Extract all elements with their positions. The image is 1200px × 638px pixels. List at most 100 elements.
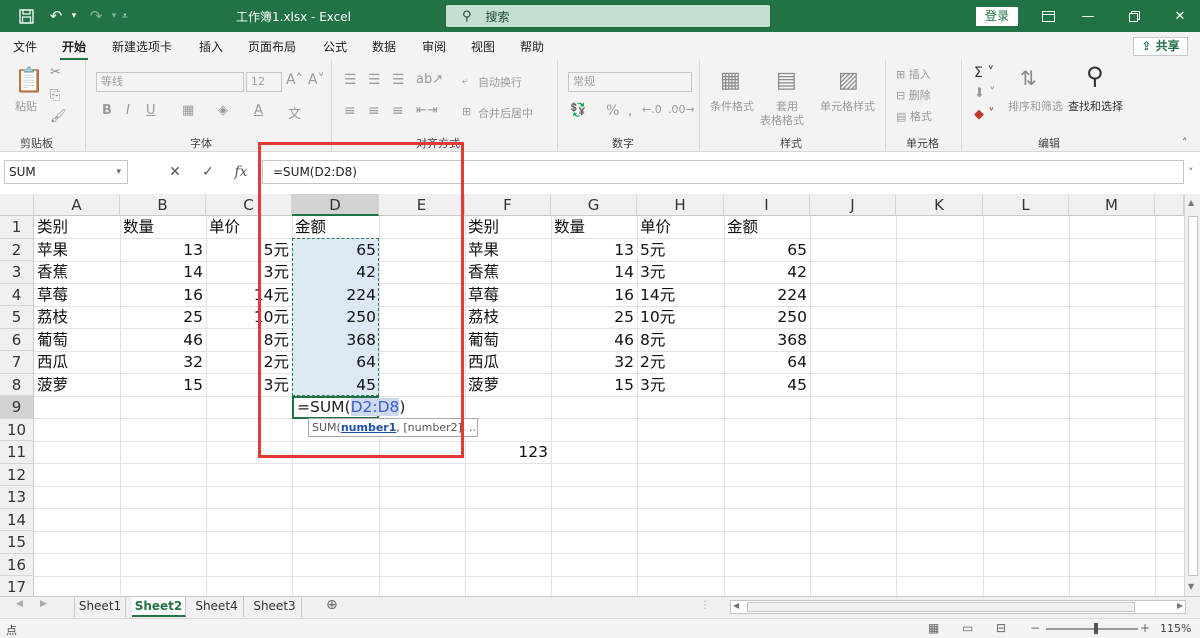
percent-icon[interactable]: % bbox=[606, 103, 619, 119]
undo-icon[interactable]: ↶ bbox=[44, 0, 68, 32]
right-table-cell-r6-c3[interactable]: 8元 bbox=[637, 329, 724, 351]
minimize-icon[interactable]: — bbox=[1068, 0, 1108, 32]
left-table-cell-r5-c2[interactable]: 25 bbox=[120, 306, 206, 328]
paste-icon[interactable]: 📋 bbox=[14, 66, 44, 94]
format-cells-button[interactable]: ▤ 格式 bbox=[896, 108, 932, 124]
collapse-ribbon-icon[interactable]: ˄ bbox=[1182, 136, 1188, 149]
menu-view[interactable]: 视图 bbox=[471, 38, 495, 55]
indent-icon[interactable]: ⇤⇥ bbox=[416, 103, 438, 118]
cut-icon[interactable]: ✂ bbox=[50, 65, 61, 80]
menu-review[interactable]: 审阅 bbox=[422, 38, 446, 55]
left-table-cell-r1-c2[interactable]: 数量 bbox=[120, 216, 206, 238]
align-center-icon[interactable]: ≡ bbox=[368, 103, 380, 119]
merge-icon[interactable]: ⊞ bbox=[462, 105, 471, 118]
right-table-cell-r6-c4[interactable]: 368 bbox=[724, 329, 810, 351]
right-table-cell-r3-c2[interactable]: 14 bbox=[551, 261, 637, 283]
scroll-down-icon[interactable]: ▼ bbox=[1188, 582, 1194, 591]
right-table-cell-r5-c2[interactable]: 25 bbox=[551, 306, 637, 328]
next-sheet-icon[interactable]: ▶ bbox=[40, 599, 47, 609]
login-button[interactable]: 登录 bbox=[976, 7, 1018, 26]
scroll-left-icon[interactable]: ◀ bbox=[733, 601, 739, 610]
zoom-slider[interactable] bbox=[1046, 628, 1138, 630]
sort-filter-icon[interactable]: ⇅ bbox=[1020, 66, 1037, 90]
comma-style-icon[interactable]: , bbox=[628, 103, 632, 119]
left-table-cell-r8-c2[interactable]: 15 bbox=[120, 374, 206, 396]
decrease-decimal-icon[interactable]: .00→ bbox=[668, 103, 695, 116]
left-table-cell-r6-c1[interactable]: 葡萄 bbox=[34, 329, 120, 351]
page-layout-view-icon[interactable]: ▭ bbox=[962, 621, 973, 635]
zoom-out-icon[interactable]: − bbox=[1030, 621, 1040, 635]
format-as-table-icon[interactable]: ▤ bbox=[776, 68, 797, 93]
clear-icon[interactable]: ◆ ˅ bbox=[974, 107, 995, 122]
number-format-combo[interactable]: 常规 bbox=[568, 72, 692, 92]
add-sheet-icon[interactable]: ⊕ bbox=[326, 597, 338, 613]
borders-icon[interactable]: ▦ bbox=[182, 103, 194, 118]
column-header-l[interactable]: L bbox=[983, 194, 1069, 216]
left-table-cell-r5-c1[interactable]: 荔枝 bbox=[34, 306, 120, 328]
right-table-cell-r4-c4[interactable]: 224 bbox=[724, 284, 810, 306]
expand-formula-bar-icon[interactable]: ˅ bbox=[1188, 166, 1194, 179]
scroll-right-icon[interactable]: ▶ bbox=[1177, 601, 1183, 610]
name-box-dropdown-icon[interactable]: ▾ bbox=[116, 161, 121, 183]
search-box[interactable]: ⚲ 搜索 bbox=[446, 5, 770, 27]
align-top-icon[interactable]: ☰ bbox=[344, 72, 357, 88]
increase-font-icon[interactable]: A˄ bbox=[286, 72, 303, 88]
redo-icon[interactable]: ↷ bbox=[84, 0, 108, 32]
left-table-cell-r3-c2[interactable]: 14 bbox=[120, 261, 206, 283]
sheet-tab-sheet2[interactable]: Sheet2 bbox=[132, 597, 186, 617]
column-header-g[interactable]: G bbox=[551, 194, 637, 216]
paste-label[interactable]: 粘贴 bbox=[15, 98, 37, 114]
cell-styles-button[interactable]: 单元格样式 bbox=[820, 98, 875, 114]
left-table-cell-r3-c1[interactable]: 香蕉 bbox=[34, 261, 120, 283]
column-header-j[interactable]: J bbox=[810, 194, 896, 216]
right-table-cell-r2-c3[interactable]: 5元 bbox=[637, 239, 724, 261]
wrap-text-button[interactable]: 自动换行 bbox=[478, 74, 522, 90]
row-header-11[interactable]: 11 bbox=[0, 441, 34, 464]
row-header-4[interactable]: 4 bbox=[0, 283, 34, 306]
ribbon-display-options-icon[interactable] bbox=[1028, 0, 1068, 32]
menu-new-tab[interactable]: 新建选项卡 bbox=[112, 38, 172, 55]
row-header-17[interactable]: 17 bbox=[0, 576, 34, 596]
page-break-view-icon[interactable]: ⊟ bbox=[996, 621, 1006, 635]
menu-data[interactable]: 数据 bbox=[372, 38, 396, 55]
phonetic-icon[interactable]: 文 bbox=[288, 103, 301, 122]
undo-dropdown-icon[interactable]: ▾ bbox=[68, 0, 80, 32]
right-table-cell-r8-c4[interactable]: 45 bbox=[724, 374, 810, 396]
align-right-icon[interactable]: ≡ bbox=[392, 103, 404, 119]
right-table-cell-r3-c1[interactable]: 香蕉 bbox=[465, 261, 551, 283]
right-table-cell-r7-c2[interactable]: 32 bbox=[551, 351, 637, 373]
row-header-16[interactable]: 16 bbox=[0, 553, 34, 576]
column-header-b[interactable]: B bbox=[120, 194, 206, 216]
menu-home[interactable]: 开始 bbox=[59, 38, 89, 61]
cell-f11[interactable]: 123 bbox=[465, 441, 551, 463]
left-table-cell-r7-c1[interactable]: 西瓜 bbox=[34, 351, 120, 373]
insert-function-icon[interactable]: fx bbox=[226, 160, 256, 184]
cancel-formula-icon[interactable]: ✕ bbox=[160, 160, 190, 184]
customize-qat-icon[interactable]: ⩡ bbox=[118, 0, 132, 32]
right-table-cell-r4-c1[interactable]: 草莓 bbox=[465, 284, 551, 306]
row-header-7[interactable]: 7 bbox=[0, 351, 34, 374]
align-middle-icon[interactable]: ☰ bbox=[368, 72, 381, 88]
select-all-corner[interactable] bbox=[0, 194, 34, 216]
menu-help[interactable]: 帮助 bbox=[520, 38, 544, 55]
column-header-i[interactable]: I bbox=[724, 194, 810, 216]
column-header-f[interactable]: F bbox=[465, 194, 551, 216]
fill-icon[interactable]: ⬇ ˅ bbox=[974, 86, 996, 101]
sheet-tab-sheet4[interactable]: Sheet4 bbox=[190, 597, 244, 617]
right-table-cell-r3-c3[interactable]: 3元 bbox=[637, 261, 724, 283]
row-header-12[interactable]: 12 bbox=[0, 463, 34, 486]
column-header-h[interactable]: H bbox=[637, 194, 724, 216]
vertical-scroll-thumb[interactable] bbox=[1188, 216, 1198, 576]
decrease-font-icon[interactable]: A˅ bbox=[308, 72, 325, 88]
row-header-6[interactable]: 6 bbox=[0, 328, 34, 351]
insert-cells-button[interactable]: ⊞ 插入 bbox=[896, 66, 931, 82]
prev-sheet-icon[interactable]: ◀ bbox=[16, 599, 23, 609]
accounting-format-icon[interactable]: 💱 bbox=[570, 103, 586, 118]
restore-icon[interactable] bbox=[1114, 0, 1154, 32]
left-table-cell-r1-c1[interactable]: 类别 bbox=[34, 216, 120, 238]
autosum-icon[interactable]: Σ ˅ bbox=[974, 65, 994, 81]
font-color-icon[interactable]: A bbox=[254, 103, 263, 118]
merge-center-button[interactable]: 合并后居中 bbox=[478, 105, 533, 121]
wrap-text-icon[interactable]: ⤶ bbox=[462, 74, 468, 88]
right-table-cell-r7-c4[interactable]: 64 bbox=[724, 351, 810, 373]
